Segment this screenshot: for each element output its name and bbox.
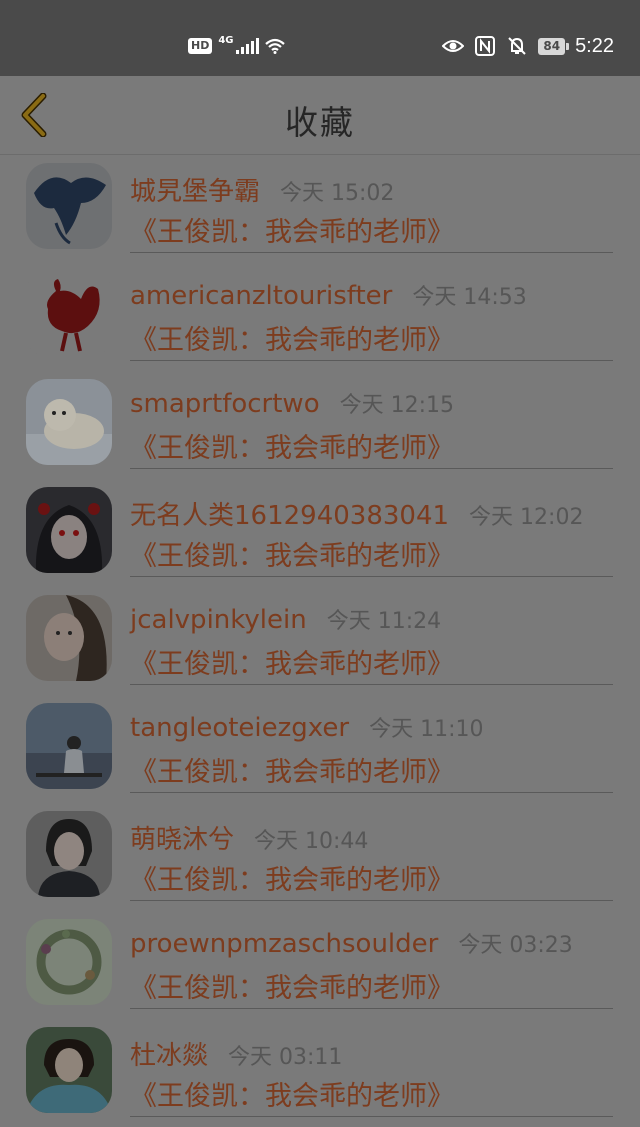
mute-bell-icon (508, 37, 527, 55)
username: 城旯堡争霸 (130, 177, 261, 207)
timestamp: 今天 12:15 (339, 393, 455, 418)
divider (130, 468, 613, 469)
list-item[interactable]: 萌晓沐兮 今天 10:44 《王俊凯：我会乖的老师》 (0, 803, 640, 911)
favorite-title[interactable]: 《王俊凯：我会乖的老师》 (130, 750, 454, 789)
divider (130, 252, 613, 253)
app-header: 收藏 (0, 76, 640, 155)
eye-icon (442, 40, 465, 52)
favorite-title[interactable]: 《王俊凯：我会乖的老师》 (130, 1074, 454, 1113)
avatar[interactable] (26, 379, 112, 465)
avatar[interactable] (26, 703, 112, 789)
favorites-list: 城旯堡争霸 今天 15:02 《王俊凯：我会乖的老师》 americanzlto… (0, 155, 640, 1127)
page-title: 收藏 (285, 103, 355, 142)
list-item[interactable]: 城旯堡争霸 今天 15:02 《王俊凯：我会乖的老师》 (0, 155, 640, 263)
favorite-title[interactable]: 《王俊凯：我会乖的老师》 (130, 858, 454, 897)
username: smaprtfocrtwo (130, 389, 320, 419)
avatar[interactable] (26, 811, 112, 897)
avatar[interactable] (26, 1027, 112, 1113)
battery-indicator: 84 (538, 37, 569, 55)
divider (130, 1008, 613, 1009)
favorite-title[interactable]: 《王俊凯：我会乖的老师》 (130, 966, 454, 1005)
list-item[interactable]: jcalvpinkylein 今天 11:24 《王俊凯：我会乖的老师》 (0, 587, 640, 695)
avatar[interactable] (26, 163, 112, 249)
list-item[interactable]: proewnpmzaschsoulder 今天 03:23 《王俊凯：我会乖的老… (0, 911, 640, 1019)
list-item[interactable]: tangleoteiezgxer 今天 11:10 《王俊凯：我会乖的老师》 (0, 695, 640, 803)
avatar[interactable] (26, 595, 112, 681)
divider (130, 576, 613, 577)
divider (130, 1116, 613, 1117)
username: proewnpmzaschsoulder (130, 929, 439, 959)
avatar[interactable] (26, 271, 112, 357)
list-item[interactable]: americanzltourisfter 今天 14:53 《王俊凯：我会乖的老… (0, 263, 640, 371)
favorite-title[interactable]: 《王俊凯：我会乖的老师》 (130, 318, 454, 357)
avatar[interactable] (26, 919, 112, 1005)
username: jcalvpinkylein (130, 605, 307, 635)
status-left-group: HD 4G (188, 33, 285, 59)
avatar[interactable] (26, 487, 112, 573)
status-bar: HD 4G 84 5:22 (0, 0, 640, 76)
list-item[interactable]: 无名人类1612940383041 今天 12:02 《王俊凯：我会乖的老师》 (0, 479, 640, 587)
status-right-group: 84 5:22 (442, 33, 614, 59)
username: tangleoteiezgxer (130, 713, 350, 743)
nfc-icon (475, 36, 496, 56)
timestamp: 今天 12:02 (469, 505, 584, 530)
favorite-title[interactable]: 《王俊凯：我会乖的老师》 (130, 426, 454, 465)
divider (130, 684, 613, 685)
divider (130, 360, 613, 361)
timestamp: 今天 03:23 (458, 933, 573, 958)
username: 杜冰燚 (130, 1041, 209, 1071)
timestamp: 今天 11:24 (326, 609, 442, 634)
status-clock: 5:22 (575, 34, 614, 57)
favorite-title[interactable]: 《王俊凯：我会乖的老师》 (130, 210, 454, 249)
list-item[interactable]: 杜冰燚 今天 03:11 《王俊凯：我会乖的老师》 (0, 1019, 640, 1127)
hd-badge: HD (188, 38, 213, 54)
network-type-label: 4G (218, 34, 234, 46)
favorite-title[interactable]: 《王俊凯：我会乖的老师》 (130, 642, 454, 681)
username: americanzltourisfter (130, 281, 393, 311)
favorite-title[interactable]: 《王俊凯：我会乖的老师》 (130, 534, 454, 573)
username: 无名人类1612940383041 (130, 501, 450, 531)
signal-icon (235, 38, 259, 54)
divider (130, 900, 613, 901)
list-item[interactable]: smaprtfocrtwo 今天 12:15 《王俊凯：我会乖的老师》 (0, 371, 640, 479)
timestamp: 今天 10:44 (254, 829, 369, 854)
timestamp: 今天 03:11 (228, 1045, 343, 1070)
username: 萌晓沐兮 (130, 825, 235, 855)
timestamp: 今天 11:10 (369, 717, 484, 742)
timestamp: 今天 15:02 (280, 181, 395, 206)
divider (130, 792, 613, 793)
wifi-icon (264, 38, 285, 54)
timestamp: 今天 14:53 (412, 285, 527, 310)
